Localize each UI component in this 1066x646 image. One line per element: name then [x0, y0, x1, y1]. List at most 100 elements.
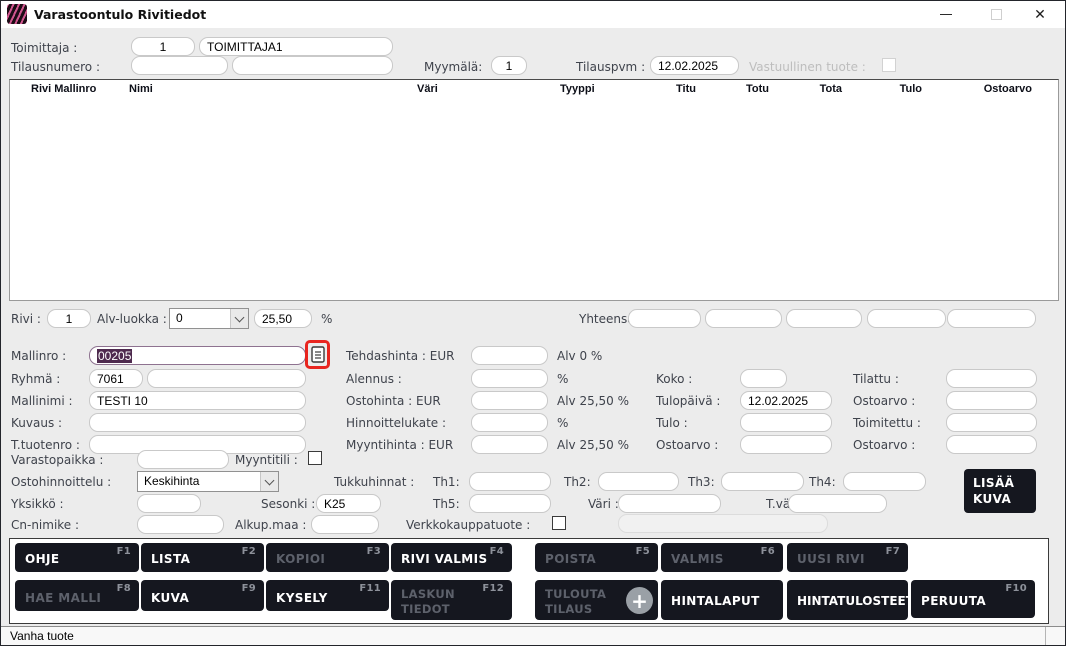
close-button[interactable]: ✕ [1023, 1, 1057, 28]
verkkokauppa-extra-field [618, 514, 828, 533]
poista-button[interactable]: POISTAF5 [535, 543, 658, 572]
col-rivi-mallinro: Rivi Mallinro [31, 83, 96, 95]
toimittaja-name-field[interactable] [199, 37, 393, 56]
th2-field[interactable] [598, 472, 679, 491]
verkkokauppatuote-checkbox[interactable] [552, 516, 566, 530]
ostoarvo-label: Ostoarvo : [656, 438, 718, 452]
hintalaput-button[interactable]: HINTALAPUT [661, 580, 783, 620]
yhteensa-field-5[interactable] [947, 309, 1036, 328]
toimitettu-ostoarvo-field[interactable] [946, 435, 1037, 454]
tilattu-field[interactable] [946, 369, 1037, 388]
cn-nimike-label: Cn-nimike : [11, 518, 79, 532]
ohje-button[interactable]: OHJEF1 [15, 543, 139, 572]
hae-malli-button[interactable]: HAE MALLIF8 [15, 580, 139, 611]
cn-nimike-field[interactable] [137, 515, 224, 534]
alv0-suffix: Alv 0 % [557, 349, 602, 363]
plus-icon[interactable]: + [626, 587, 653, 614]
mallinimi-field[interactable] [89, 391, 306, 410]
kuvaus-field[interactable] [89, 413, 306, 432]
sesonki-field[interactable] [316, 494, 381, 513]
th3-field[interactable] [721, 472, 804, 491]
koko-field[interactable] [740, 369, 787, 388]
rows-table[interactable]: Rivi Mallinro Nimi Väri Tyyppi Titu Totu… [9, 79, 1059, 301]
tulouta-tilaus-button[interactable]: TULOUTATILAUS + [535, 580, 658, 620]
verkkokauppatuote-label: Verkkokauppatuote : [406, 518, 530, 532]
hinnoittelukate-field[interactable] [471, 413, 548, 432]
hintatulosteet-button[interactable]: HINTATULOSTEET [787, 580, 908, 620]
th2-label: Th2: [564, 475, 591, 489]
tilauspvm-label: Tilauspvm : [576, 60, 645, 74]
sesonki-label: Sesonki : [261, 497, 315, 511]
kuvaus-label: Kuvaus : [11, 416, 62, 430]
rivi-valmis-button[interactable]: RIVI VALMISF4 [391, 543, 512, 572]
tvari-field[interactable] [788, 494, 887, 513]
yhteensa-field-2[interactable] [705, 309, 782, 328]
alv-luokka-select[interactable]: 0 [169, 308, 249, 329]
toimittaja-label: Toimittaja : [11, 41, 77, 55]
tilattu-ostoarvo-field[interactable] [946, 391, 1037, 410]
myymala-field[interactable] [491, 56, 527, 75]
yhteensa-field-4[interactable] [867, 309, 946, 328]
valmis-button[interactable]: VALMISF6 [661, 543, 783, 572]
function-button-panel: OHJEF1 LISTAF2 KOPIOIF3 RIVI VALMISF4 PO… [9, 538, 1049, 624]
minimize-icon [940, 14, 952, 15]
ryhma-name-field[interactable] [147, 369, 306, 388]
laskun-tiedot-button[interactable]: LASKUNTIEDOT F12 [391, 580, 512, 620]
myyntihinta-label: Myyntihinta : EUR [346, 438, 453, 452]
th1-field[interactable] [469, 472, 551, 491]
window-title: Varastoontulo Rivitiedot [34, 7, 206, 22]
ostoarvo-field[interactable] [740, 435, 832, 454]
kuva-button[interactable]: KUVAF9 [141, 580, 264, 611]
th4-label: Th4: [809, 475, 836, 489]
ostohinta-field[interactable] [471, 391, 548, 410]
myyntitili-checkbox[interactable] [308, 451, 322, 465]
kysely-button[interactable]: KYSELYF11 [266, 580, 389, 611]
chevron-down-icon[interactable] [230, 309, 248, 328]
tilattu-label: Tilattu : [853, 372, 899, 386]
close-icon: ✕ [1034, 8, 1046, 22]
document-lookup-icon[interactable] [311, 346, 325, 363]
tilauspvm-field[interactable] [650, 56, 739, 75]
ryhma-code-field[interactable] [89, 369, 143, 388]
th4-field[interactable] [843, 472, 926, 491]
myyntihinta-field[interactable] [471, 435, 548, 454]
vastuullinen-tuote-checkbox[interactable] [882, 58, 896, 72]
alennus-field[interactable] [471, 369, 548, 388]
lista-button[interactable]: LISTAF2 [141, 543, 264, 572]
tulopaiva-label: Tulopäivä : [656, 394, 720, 408]
rivi-field[interactable] [47, 309, 91, 328]
yhteensa-field-3[interactable] [786, 309, 862, 328]
th5-field[interactable] [469, 494, 551, 513]
ostohinnoittelu-select[interactable]: Keskihinta [137, 471, 279, 492]
varastopaikka-field[interactable] [137, 450, 229, 469]
yhteensa-field-1[interactable] [628, 309, 701, 328]
toimittaja-code-field[interactable] [131, 37, 195, 56]
uusi-rivi-button[interactable]: UUSI RIVIF7 [787, 543, 908, 572]
vastuullinen-tuote-label: Vastuullinen tuote : [749, 60, 866, 74]
tilausnumero-field-2[interactable] [232, 56, 393, 75]
maximize-button[interactable] [979, 1, 1013, 28]
minimize-button[interactable] [929, 1, 963, 28]
tulo-field[interactable] [740, 413, 832, 432]
window-varastoontulo-rivitiedot: Varastoontulo Rivitiedot ✕ Toimittaja : … [0, 0, 1066, 646]
tilausnumero-field-1[interactable] [131, 56, 228, 75]
peruuta-button[interactable]: PERUUTAF10 [911, 580, 1035, 618]
lisaa-kuva-button[interactable]: LISÄÄ KUVA [964, 469, 1036, 513]
alkupmaa-field[interactable] [311, 515, 379, 534]
toimitettu-field[interactable] [946, 413, 1037, 432]
yksikko-field[interactable] [137, 494, 201, 513]
alkupmaa-label: Alkup.maa : [235, 518, 306, 532]
chevron-down-icon[interactable] [260, 472, 278, 491]
kopioi-button[interactable]: KOPIOIF3 [266, 543, 389, 572]
tulopaiva-field[interactable] [740, 391, 832, 410]
t-tuotenro-label: T.tuotenro : [11, 438, 80, 452]
ostohinta-label: Ostohinta : EUR [346, 394, 441, 408]
myymala-label: Myymälä: [424, 60, 482, 74]
tehdashinta-field[interactable] [471, 346, 548, 365]
tilattu-ostoarvo-label: Ostoarvo : [853, 394, 915, 408]
mallinro-field[interactable]: 00205 [89, 346, 306, 365]
alv-percent-field[interactable] [254, 309, 312, 328]
maximize-icon [991, 9, 1002, 20]
vari-field[interactable] [618, 494, 721, 513]
lisaa-kuva-line1: LISÄÄ [973, 476, 1014, 490]
